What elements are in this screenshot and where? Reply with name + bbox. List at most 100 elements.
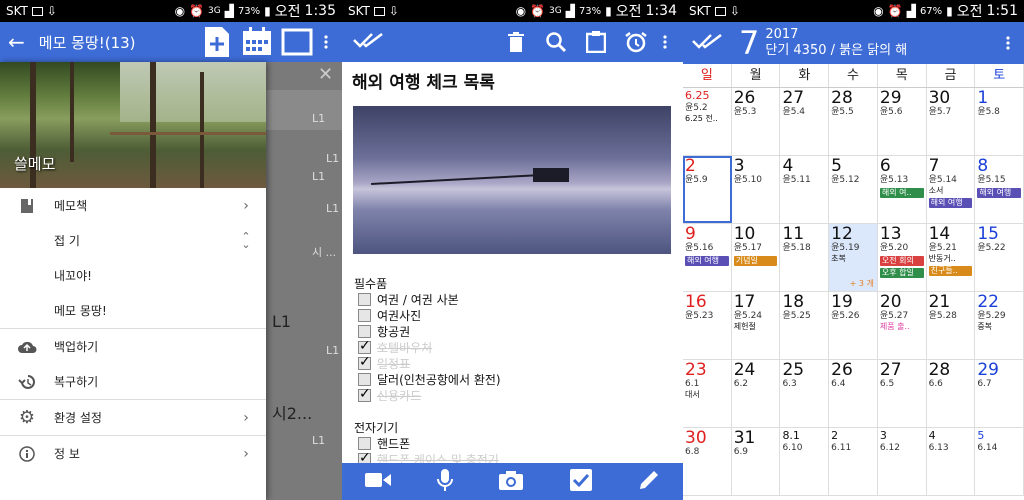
drawer-item-restore[interactable]: 복구하기 [0,364,266,399]
calendar-day-cell[interactable]: 13 윤5.20 오전 회의 오후 합일 [878,224,927,291]
calendar-day-cell[interactable]: 8 윤5.15 해외 여행 [975,156,1024,223]
calendar-day-cell[interactable]: 5 6.14 [975,428,1024,495]
calendar-day-cell[interactable]: 31 6.9 [732,428,781,495]
drawer-item-all-memos[interactable]: 메모 몽땅! [0,293,266,328]
drawer-item-settings[interactable]: ⚙ 환경 설정 › [0,400,266,435]
calendar-day-cell[interactable]: 5 윤5.12 [829,156,878,223]
checklist-item[interactable]: 여권 / 여권 사본 [358,291,459,308]
checkbox-checked[interactable] [358,354,371,370]
event-tag[interactable]: 해외 여행 [977,188,1022,198]
calendar-day-cell[interactable]: 24 6.2 [732,360,781,427]
calendar-day-cell[interactable]: 19 윤5.26 [829,292,878,359]
double-check-button[interactable] [691,32,725,54]
calendar-day-cell[interactable]: 2 6.11 [829,428,878,495]
calendar-day-cell[interactable]: 27 6.5 [878,360,927,427]
checkbox[interactable] [358,325,371,338]
calendar-button[interactable] [240,25,274,59]
calendar-day-cell[interactable]: 18 윤5.25 [780,292,830,359]
calendar-day-cell[interactable]: 4 6.13 [927,428,976,495]
calendar-day-cell[interactable]: 27 윤5.4 [780,88,830,155]
calendar-day-cell[interactable]: 12 윤5.19 초복 + 3 개 [829,224,878,291]
event-tag[interactable]: 오전 회의 [879,256,924,266]
checklist-item[interactable]: 일정표 [358,354,410,372]
more-menu-button[interactable] [657,25,673,59]
calendar-day-cell[interactable]: 2 윤5.9 [683,156,732,223]
event-tag[interactable]: 해외 여행 [685,256,729,266]
day-number: 17 [733,292,756,312]
calendar-day-cell[interactable]: 29 윤5.6 [878,88,927,155]
calendar-day-cell[interactable]: 6 윤5.13 해외 여.. [878,156,927,223]
drawer-item-info[interactable]: 정 보 › [0,436,266,471]
edit-button[interactable] [638,469,660,495]
alarm-button[interactable] [619,25,653,59]
eye-icon: ◉ [174,4,186,18]
calendar-day-cell[interactable]: 9 윤5.16 해외 여행 [683,224,732,291]
calendar-day-cell[interactable]: 10 윤5.17 기념일 [732,224,781,291]
back-arrow-icon[interactable]: ← [8,30,25,54]
event-tag[interactable]: 친구들.. [928,266,973,276]
checkbox[interactable] [358,309,371,322]
event-tag[interactable]: 해외 여행 [928,198,973,208]
calendar-day-cell[interactable]: 25 6.3 [780,360,830,427]
day-number: 30 [928,88,951,108]
select-mode-button[interactable] [280,25,314,59]
voice-button[interactable] [437,468,454,495]
calendar-day-cell[interactable]: 8.1 6.10 [780,428,830,495]
checklist-item[interactable]: 여권사진 [358,307,421,324]
calendar-day-cell[interactable]: 21 윤5.28 [927,292,976,359]
calendar-day-cell[interactable]: 3 6.12 [878,428,927,495]
note-attached-photo[interactable] [353,106,671,254]
calendar-day-cell[interactable]: 16 윤5.23 [683,292,732,359]
more-menu-button[interactable] [1000,26,1016,60]
double-check-button[interactable] [352,31,386,53]
calendar-day-cell[interactable]: 17 윤5.24 제헌절 [732,292,781,359]
drawer-item-notebook[interactable]: 메모책 › [0,188,266,223]
checkbox[interactable] [358,437,371,450]
calendar-day-cell[interactable]: 26 6.4 [829,360,878,427]
calendar-day-cell[interactable]: 30 6.8 [683,428,732,495]
new-memo-button[interactable] [200,25,234,59]
calendar-day-cell[interactable]: 3 윤5.10 [732,156,781,223]
event-tag[interactable]: 오후 합일 [879,268,924,278]
delete-button[interactable] [499,25,533,59]
checklist-item[interactable]: 달러(인천공항에서 환전) [358,371,501,388]
more-menu-button[interactable] [318,25,334,59]
calendar-day-cell[interactable]: 14 윤5.21 반동거.. 친구들.. [927,224,976,291]
checkbox[interactable] [358,293,371,306]
calendar-day-cell[interactable]: 20 윤5.27 제품 출.. [878,292,927,359]
eye-icon: ◉ [873,4,884,18]
calendar-day-cell[interactable]: 1 윤5.8 [975,88,1024,155]
calendar-day-cell[interactable]: 28 윤5.5 [829,88,878,155]
search-button[interactable] [539,25,573,59]
event-tag[interactable]: 기념일 [733,256,778,266]
calendar-day-cell[interactable]: 26 윤5.3 [732,88,781,155]
month-number[interactable]: 7 [739,24,759,62]
video-button[interactable] [365,472,392,492]
day-number: 19 [831,292,853,312]
checklist-button[interactable] [569,468,592,495]
drawer-item-collapse[interactable]: 접 기 ⌃ ⌄ [0,223,266,258]
clipboard-button[interactable] [579,25,613,59]
drawer-item-mine[interactable]: 내꼬야! [0,258,266,293]
day-number: 5 [977,429,985,442]
more-events-count[interactable]: + 3 개 [850,278,874,289]
calendar-day-cell[interactable]: 11 윤5.18 [780,224,830,291]
checkbox-checked[interactable] [358,338,371,354]
calendar-day-cell[interactable]: 22 윤5.29 중복 [975,292,1024,359]
checkbox[interactable] [358,373,371,386]
lunar-date: 윤5.14 [928,175,957,185]
calendar-day-cell[interactable]: 6.25 윤5.2 6.25 전.. [683,88,732,155]
checklist-item[interactable]: 신용카드 [358,386,421,404]
calendar-day-cell[interactable]: 7 윤5.14 소서 해외 여행 [927,156,976,223]
camera-button[interactable] [499,470,524,494]
calendar-day-cell[interactable]: 4 윤5.11 [780,156,830,223]
calendar-day-cell[interactable]: 23 6.1 대서 [683,360,732,427]
event-tag[interactable]: 해외 여.. [879,188,924,198]
calendar-day-cell[interactable]: 28 6.6 [927,360,976,427]
drawer-item-backup[interactable]: 백업하기 [0,329,266,364]
checklist-item-text: 여권 / 여권 사본 [377,293,459,307]
calendar-day-cell[interactable]: 29 6.7 [975,360,1024,427]
calendar-day-cell[interactable]: 15 윤5.22 [975,224,1024,291]
checkbox-checked[interactable] [358,386,371,402]
calendar-day-cell[interactable]: 30 윤5.7 [927,88,976,155]
